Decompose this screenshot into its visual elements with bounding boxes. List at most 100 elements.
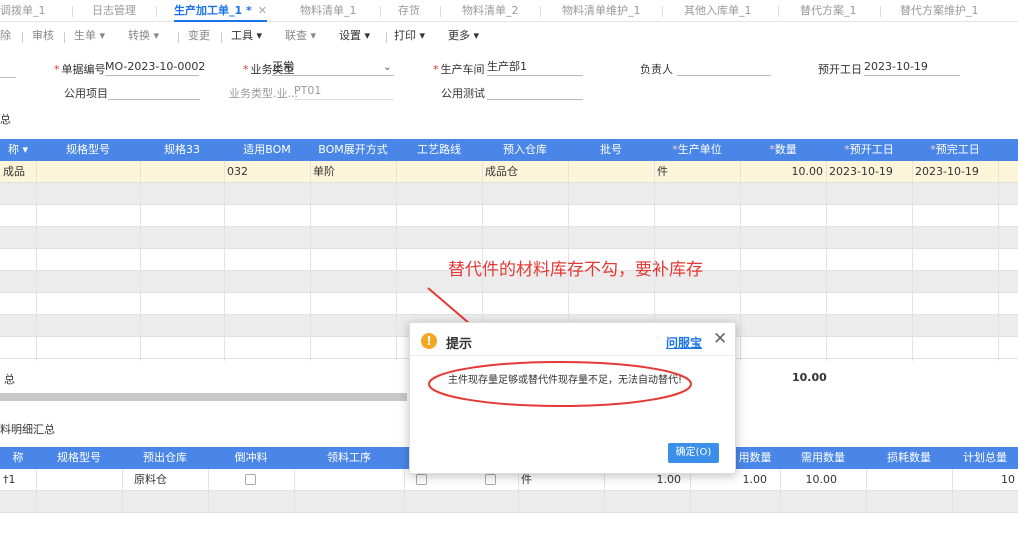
tools-button[interactable]: 工具 ▾ bbox=[231, 27, 262, 43]
dialog-title: 提示 bbox=[446, 337, 473, 352]
table-row[interactable] bbox=[0, 183, 1018, 205]
sub-col-base-qty-header[interactable]: 用数量 bbox=[730, 447, 780, 469]
sub-col-process-header[interactable]: 领料工序 bbox=[294, 447, 404, 469]
col-spec33-header[interactable]: 规格33 bbox=[140, 139, 224, 161]
sub-col-spec-header[interactable]: 规格型号 bbox=[36, 447, 122, 469]
biz-type-select[interactable]: 正常 ⌄ bbox=[272, 60, 394, 76]
chevron-down-icon: ⌄ bbox=[382, 60, 392, 73]
col-bom-header[interactable]: 适用BOM bbox=[224, 139, 310, 161]
tab-production-order-label: 生产加工单_1 * bbox=[174, 4, 252, 17]
col-qty-header[interactable]: *数量 bbox=[740, 139, 826, 161]
total-qty: 10.00 bbox=[792, 371, 827, 384]
col-name-header[interactable]: 称 ▾ bbox=[0, 139, 36, 161]
grid-line bbox=[36, 161, 37, 361]
sub-col-backflush-header[interactable]: 倒冲料 bbox=[208, 447, 294, 469]
more-button[interactable]: 更多 ▾ bbox=[448, 27, 479, 43]
tab-inventory[interactable]: 存货 bbox=[398, 0, 420, 22]
col-start-header[interactable]: *预开工日 bbox=[826, 139, 912, 161]
grid-line bbox=[140, 161, 141, 361]
grid-line bbox=[294, 469, 295, 513]
audit-button[interactable]: 审核 bbox=[32, 27, 54, 43]
public-test-field[interactable] bbox=[487, 84, 583, 100]
tab-substitute-maint[interactable]: 替代方案维护_1 bbox=[900, 0, 979, 22]
col-end-header[interactable]: *预完工日 bbox=[912, 139, 998, 161]
sub-col-warehouse-header[interactable]: 预出仓库 bbox=[122, 447, 208, 469]
col-warehouse-header[interactable]: 预入仓库 bbox=[482, 139, 568, 161]
close-icon[interactable]: ✕ bbox=[713, 329, 727, 349]
tab-bar: 调拨单_1 日志管理 生产加工单_1 * ✕ 物料清单_1 存货 物料清单_2 物… bbox=[0, 0, 1018, 22]
grid-line bbox=[826, 161, 827, 361]
sub-cell-warehouse: 原料仓 bbox=[134, 473, 167, 486]
toolbar: 除 审核 生单 ▾ 转换 ▾ 变更 工具 ▾ 联查 ▾ 设置 ▾ 打印 ▾ 更多… bbox=[0, 24, 1018, 46]
grid-line bbox=[866, 469, 867, 513]
ok-button[interactable]: 确定(O) bbox=[668, 443, 719, 463]
linked-query-button[interactable]: 联查 ▾ bbox=[285, 27, 316, 43]
col-route-header[interactable]: 工艺路线 bbox=[396, 139, 482, 161]
col-bom-mode-header[interactable]: BOM展开方式 bbox=[310, 139, 396, 161]
cell-warehouse: 成品仓 bbox=[485, 165, 518, 178]
col-unit-header[interactable]: *生产单位 bbox=[654, 139, 740, 161]
toolbar-divider bbox=[221, 32, 222, 43]
row-checkbox[interactable] bbox=[416, 474, 427, 485]
tab-other-inbound[interactable]: 其他入库单_1 bbox=[684, 0, 752, 22]
biz-type-ext-label: 业务类型.业... bbox=[229, 87, 298, 100]
print-button[interactable]: 打印 ▾ bbox=[394, 27, 425, 43]
tab-production-order[interactable]: 生产加工单_1 * ✕ bbox=[174, 0, 267, 22]
bill-no-field[interactable]: MO-2023-10-0002 bbox=[105, 60, 205, 76]
convert-button[interactable]: 转换 ▾ bbox=[128, 27, 159, 43]
cell-batch bbox=[568, 161, 654, 183]
workshop-field[interactable]: 生产部1 bbox=[487, 60, 583, 76]
owner-field[interactable] bbox=[677, 60, 771, 76]
table-row[interactable]: 成品 032 单阶 成品仓 件 10.00 2023-10-19 2023-10… bbox=[0, 161, 1018, 183]
tab-divider bbox=[380, 6, 381, 17]
sub-col-name-header[interactable]: 称 bbox=[0, 447, 36, 469]
tab-bom-maint[interactable]: 物料清单维护_1 bbox=[562, 0, 641, 22]
table-row[interactable] bbox=[0, 205, 1018, 227]
col-batch-header[interactable]: 批号 bbox=[568, 139, 654, 161]
close-icon[interactable]: ✕ bbox=[258, 4, 267, 17]
biz-type-value: 正常 bbox=[272, 60, 294, 73]
help-link[interactable]: 问服宝 bbox=[666, 334, 702, 351]
grid-line bbox=[604, 469, 605, 513]
cell-route bbox=[396, 161, 482, 183]
sub-col-plan-total-header[interactable]: 计划总量 bbox=[952, 447, 1018, 469]
biz-type-ext-field: PT01 bbox=[294, 84, 394, 100]
tab-substitute[interactable]: 替代方案_1 bbox=[800, 0, 857, 22]
workshop-label: * 生产车间 bbox=[433, 63, 485, 76]
sub-cell-need-qty: 10.00 bbox=[805, 473, 838, 486]
grid-line bbox=[208, 469, 209, 513]
bill-no-label: * 单据编号 bbox=[54, 63, 106, 76]
delete-button[interactable]: 除 bbox=[0, 27, 11, 43]
sub-cell-spec bbox=[36, 469, 122, 491]
sub-col-need-qty-header[interactable]: 需用数量 bbox=[780, 447, 866, 469]
grid-line bbox=[36, 469, 37, 513]
tab-bom-1[interactable]: 物料清单_1 bbox=[300, 0, 357, 22]
settings-button[interactable]: 设置 ▾ bbox=[339, 27, 370, 43]
table-row[interactable] bbox=[0, 227, 1018, 249]
tab-bom-2[interactable]: 物料清单_2 bbox=[462, 0, 519, 22]
change-button[interactable]: 变更 bbox=[188, 27, 210, 43]
cell-qty: 10.00 bbox=[791, 165, 824, 178]
backflush-checkbox[interactable] bbox=[245, 474, 256, 485]
row-checkbox[interactable] bbox=[485, 474, 496, 485]
horizontal-scrollbar[interactable] bbox=[0, 393, 407, 401]
grid-line bbox=[224, 161, 225, 361]
tab-divider bbox=[440, 6, 441, 17]
sub-col-loss-qty-header[interactable]: 损耗数量 bbox=[866, 447, 952, 469]
sub-cell-plan-total: 10 bbox=[1001, 473, 1015, 486]
tab-transfer[interactable]: 调拨单_1 bbox=[0, 0, 46, 22]
grid-line bbox=[998, 161, 999, 361]
start-date-field[interactable]: 2023-10-19 bbox=[864, 60, 960, 76]
field-fragment[interactable] bbox=[0, 62, 16, 78]
dialog-divider bbox=[410, 355, 735, 356]
main-table-header: 称 ▾ 规格型号 规格33 适用BOM BOM展开方式 工艺路线 预入仓库 批号… bbox=[0, 139, 1018, 161]
cell-spec33 bbox=[140, 161, 224, 183]
tab-divider bbox=[540, 6, 541, 17]
cell-name: 成品 bbox=[3, 165, 25, 178]
col-spec-header[interactable]: 规格型号 bbox=[36, 139, 140, 161]
generate-doc-button[interactable]: 生单 ▾ bbox=[74, 27, 105, 43]
toolbar-divider bbox=[178, 32, 179, 43]
start-date-label: 预开工日 bbox=[818, 63, 862, 76]
public-item-field[interactable] bbox=[108, 84, 200, 100]
tab-log[interactable]: 日志管理 bbox=[92, 0, 136, 22]
